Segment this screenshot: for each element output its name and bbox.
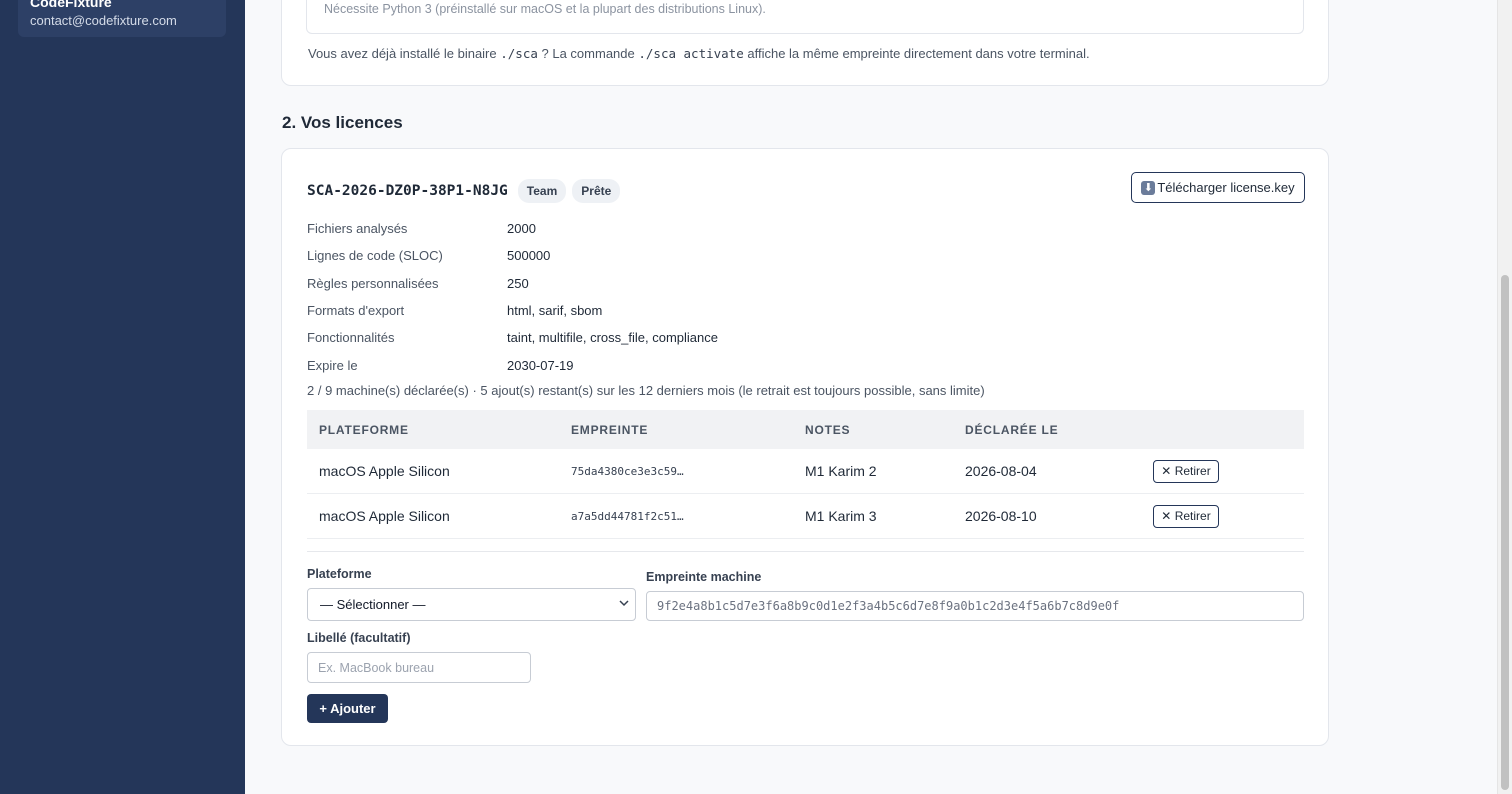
col-platform-header: PLATEFORME [319,422,409,437]
property-value: 500000 [507,248,551,264]
property-label: Formats d'export [307,303,405,319]
property-row: Formats d'export html, sarif, sbom [307,297,718,324]
download-label: Télécharger license.key [1157,180,1295,195]
download-icon: ⬇ [1141,180,1156,195]
note-code-activate: ./sca activate [638,46,744,61]
property-value: html, sarif, sbom [507,303,603,319]
download-license-button[interactable]: ⬇ Télécharger license.key [1131,172,1305,203]
property-value: 250 [507,275,529,291]
remove-label: Retirer [1174,509,1211,523]
fingerprint-input[interactable] [646,591,1304,621]
property-label: Fichiers analysés [307,221,408,237]
property-label: Règles personnalisées [307,275,439,291]
platform-select[interactable]: — Sélectionner — [307,588,636,621]
machines-summary: 2 / 9 machine(s) déclarée(s) · 5 ajout(s… [307,383,985,398]
property-row: Expire le 2030-07-19 [307,351,718,378]
close-icon: ✕ [1161,509,1175,523]
cell-notes: M1 Karim 2 [805,463,877,479]
table-row: macOS Apple Silicon 75da4380ce3e3c59… M1… [307,449,1304,494]
cell-fingerprint: 75da4380ce3e3c59… [571,464,684,478]
fingerprint-label: Empreinte machine [646,570,762,584]
table-row: macOS Apple Silicon a7a5dd44781f2c51… M1… [307,494,1304,539]
property-label: Fonctionnalités [307,330,395,346]
cell-platform: macOS Apple Silicon [319,508,450,524]
machines-table: PLATEFORME EMPREINTE NOTES DÉCLARÉE LE m… [307,410,1304,539]
property-label: Expire le [307,357,358,373]
cell-actions: ✕ Retirer [1153,504,1304,528]
main-content: Nécessite Python 3 (préinstallé sur macO… [245,0,1497,794]
license-header: SCA-2026-DZ0P-38P1-N8JG Team Prête [307,179,626,203]
platform-selected-value: — Sélectionner — [320,597,426,612]
remove-label: Retirer [1174,464,1211,478]
install-card: Nécessite Python 3 (préinstallé sur macO… [281,0,1329,86]
license-key: SCA-2026-DZ0P-38P1-N8JG [307,183,508,199]
license-properties: Fichiers analysés 2000 Lignes de code (S… [307,215,718,379]
col-notes-header: NOTES [805,422,851,437]
col-declared-header: DÉCLARÉE LE [965,422,1059,437]
col-fingerprint-header: EMPREINTE [571,422,649,437]
property-row: Lignes de code (SLOC) 500000 [307,242,718,269]
cell-declared: 2026-08-04 [965,463,1037,479]
form-divider [307,551,1304,552]
licenses-section-title: 2. Vos licences [282,113,403,132]
user-email: contact@codefixture.com [30,13,177,28]
remove-machine-button[interactable]: ✕ Retirer [1153,504,1219,528]
note-label: Libellé (facultatif) [307,631,411,645]
table-header: PLATEFORME EMPREINTE NOTES DÉCLARÉE LE [307,410,1304,449]
property-row: Règles personnalisées 250 [307,270,718,297]
plan-badge: Team [517,179,567,203]
license-card: SCA-2026-DZ0P-38P1-N8JG Team Prête ⬇ Tél… [281,148,1329,746]
remove-machine-button[interactable]: ✕ Retirer [1153,459,1219,483]
note-prefix: Vous avez déjà installé le binaire [308,46,497,61]
cell-actions: ✕ Retirer [1153,459,1304,483]
requirement-box: Nécessite Python 3 (préinstallé sur macO… [306,0,1304,34]
add-machine-button[interactable]: + Ajouter [307,694,388,723]
property-row: Fonctionnalités taint, multifile, cross_… [307,324,718,351]
property-label: Lignes de code (SLOC) [307,248,443,264]
scrollbar-thumb[interactable] [1501,275,1509,790]
note-suffix: affiche la même empreinte directement da… [747,46,1090,61]
cell-declared: 2026-08-10 [965,508,1037,524]
user-name: CodeFixture [30,0,112,8]
cell-notes: M1 Karim 3 [805,508,877,524]
sidebar: CodeFixture contact@codefixture.com [0,0,245,794]
cell-platform: macOS Apple Silicon [319,463,450,479]
chevron-down-icon [619,598,629,611]
property-value: 2000 [507,221,536,237]
machine-label-input[interactable] [307,652,531,683]
user-card[interactable]: CodeFixture contact@codefixture.com [18,0,226,37]
platform-label: Plateforme [307,567,372,581]
cell-fingerprint: a7a5dd44781f2c51… [571,509,684,523]
install-note: Vous avez déjà installé le binaire ./sca… [308,46,1090,61]
page-scrollbar[interactable] [1497,0,1512,794]
requirement-text: Nécessite Python 3 (préinstallé sur macO… [324,2,766,16]
property-value: taint, multifile, cross_file, compliance [507,330,718,346]
property-row: Fichiers analysés 2000 [307,215,718,242]
note-mid: ? La commande [541,46,635,61]
note-code-binary: ./sca [500,46,538,61]
close-icon: ✕ [1161,464,1175,478]
status-badge: Prête [572,179,621,203]
property-value: 2030-07-19 [507,357,574,373]
